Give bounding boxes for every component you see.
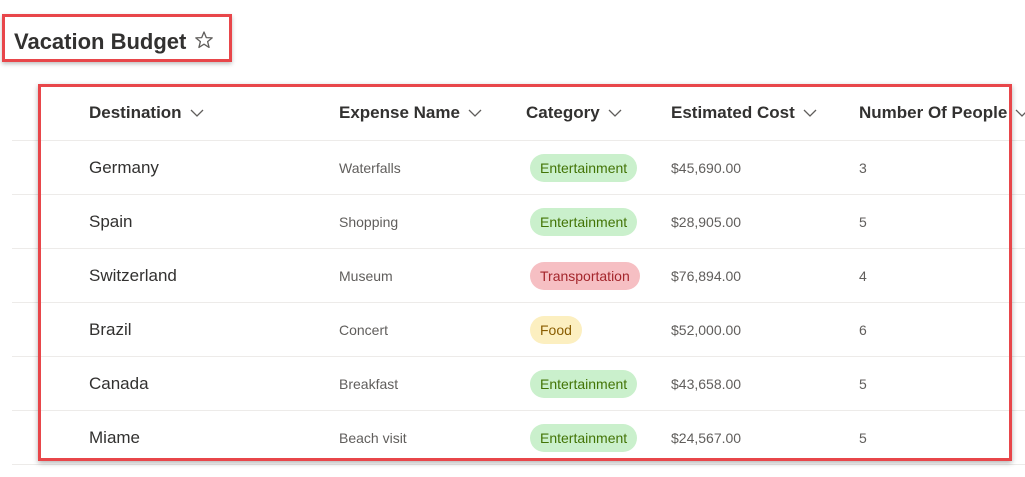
- number-of-people-cell: 5: [859, 213, 867, 230]
- category-cell: Entertainment: [530, 141, 638, 194]
- column-header-label: Estimated Cost: [671, 103, 795, 122]
- column-header-label: Number Of People: [859, 103, 1008, 122]
- estimated-cost-cell: $43,658.00: [671, 375, 742, 392]
- expense-name-cell: Breakfast: [339, 375, 399, 392]
- column-header-row: Destination Expense Name Category Estima…: [12, 86, 1025, 141]
- expense-name-cell: Shopping: [339, 213, 399, 230]
- column-header-label: Category: [526, 103, 600, 122]
- number-of-people-cell: 5: [859, 375, 867, 392]
- list-grid: Destination Expense Name Category Estima…: [12, 86, 1025, 465]
- destination-cell: Canada: [89, 373, 149, 393]
- table-row[interactable]: Brazil Concert Food $52,000.00 6: [12, 303, 1025, 357]
- chevron-down-icon: [1015, 109, 1025, 117]
- expense-name-cell: Concert: [339, 321, 389, 338]
- category-badge: Transportation: [530, 261, 640, 290]
- expense-name-cell: Beach visit: [339, 429, 407, 446]
- table-row[interactable]: Germany Waterfalls Entertainment $45,690…: [12, 141, 1025, 195]
- page-title: Vacation Budget: [14, 29, 187, 54]
- estimated-cost-cell: $76,894.00: [671, 267, 742, 284]
- chevron-down-icon: [803, 109, 817, 117]
- category-cell: Transportation: [530, 249, 640, 302]
- destination-cell: Brazil: [89, 319, 132, 339]
- number-of-people-cell: 3: [859, 159, 867, 176]
- column-header-label: Expense Name: [339, 103, 460, 122]
- table-row[interactable]: Spain Shopping Entertainment $28,905.00 …: [12, 195, 1025, 249]
- star-outline-icon[interactable]: [194, 30, 214, 50]
- number-of-people-cell: 4: [859, 267, 867, 284]
- category-badge: Entertainment: [530, 369, 638, 398]
- table-row[interactable]: Miame Beach visit Entertainment $24,567.…: [12, 411, 1025, 465]
- column-header-estimated-cost[interactable]: Estimated Cost: [671, 86, 817, 140]
- number-of-people-cell: 5: [859, 429, 867, 446]
- table-row[interactable]: Switzerland Museum Transportation $76,89…: [12, 249, 1025, 303]
- category-badge: Entertainment: [530, 207, 638, 236]
- destination-cell: Germany: [89, 157, 159, 177]
- category-badge: Entertainment: [530, 153, 638, 182]
- category-cell: Entertainment: [530, 357, 638, 410]
- destination-cell: Switzerland: [89, 265, 177, 285]
- chevron-down-icon: [190, 109, 204, 117]
- chevron-down-icon: [468, 109, 482, 117]
- estimated-cost-cell: $45,690.00: [671, 159, 742, 176]
- category-cell: Entertainment: [530, 195, 638, 248]
- table-row[interactable]: Canada Breakfast Entertainment $43,658.0…: [12, 357, 1025, 411]
- category-badge: Entertainment: [530, 423, 638, 452]
- estimated-cost-cell: $24,567.00: [671, 429, 742, 446]
- column-header-expense-name[interactable]: Expense Name: [339, 86, 482, 140]
- category-cell: Entertainment: [530, 411, 638, 464]
- column-header-label: Destination: [89, 103, 182, 122]
- category-badge: Food: [530, 315, 582, 344]
- column-header-category[interactable]: Category: [526, 86, 622, 140]
- chevron-down-icon: [608, 109, 622, 117]
- estimated-cost-cell: $52,000.00: [671, 321, 742, 338]
- expense-name-cell: Waterfalls: [339, 159, 401, 176]
- estimated-cost-cell: $28,905.00: [671, 213, 742, 230]
- column-header-destination[interactable]: Destination: [89, 86, 204, 140]
- destination-cell: Miame: [89, 427, 141, 447]
- category-cell: Food: [530, 303, 582, 356]
- number-of-people-cell: 6: [859, 321, 867, 338]
- column-header-number-of-people[interactable]: Number Of People: [859, 86, 1025, 140]
- destination-cell: Spain: [89, 211, 133, 231]
- expense-name-cell: Museum: [339, 267, 393, 284]
